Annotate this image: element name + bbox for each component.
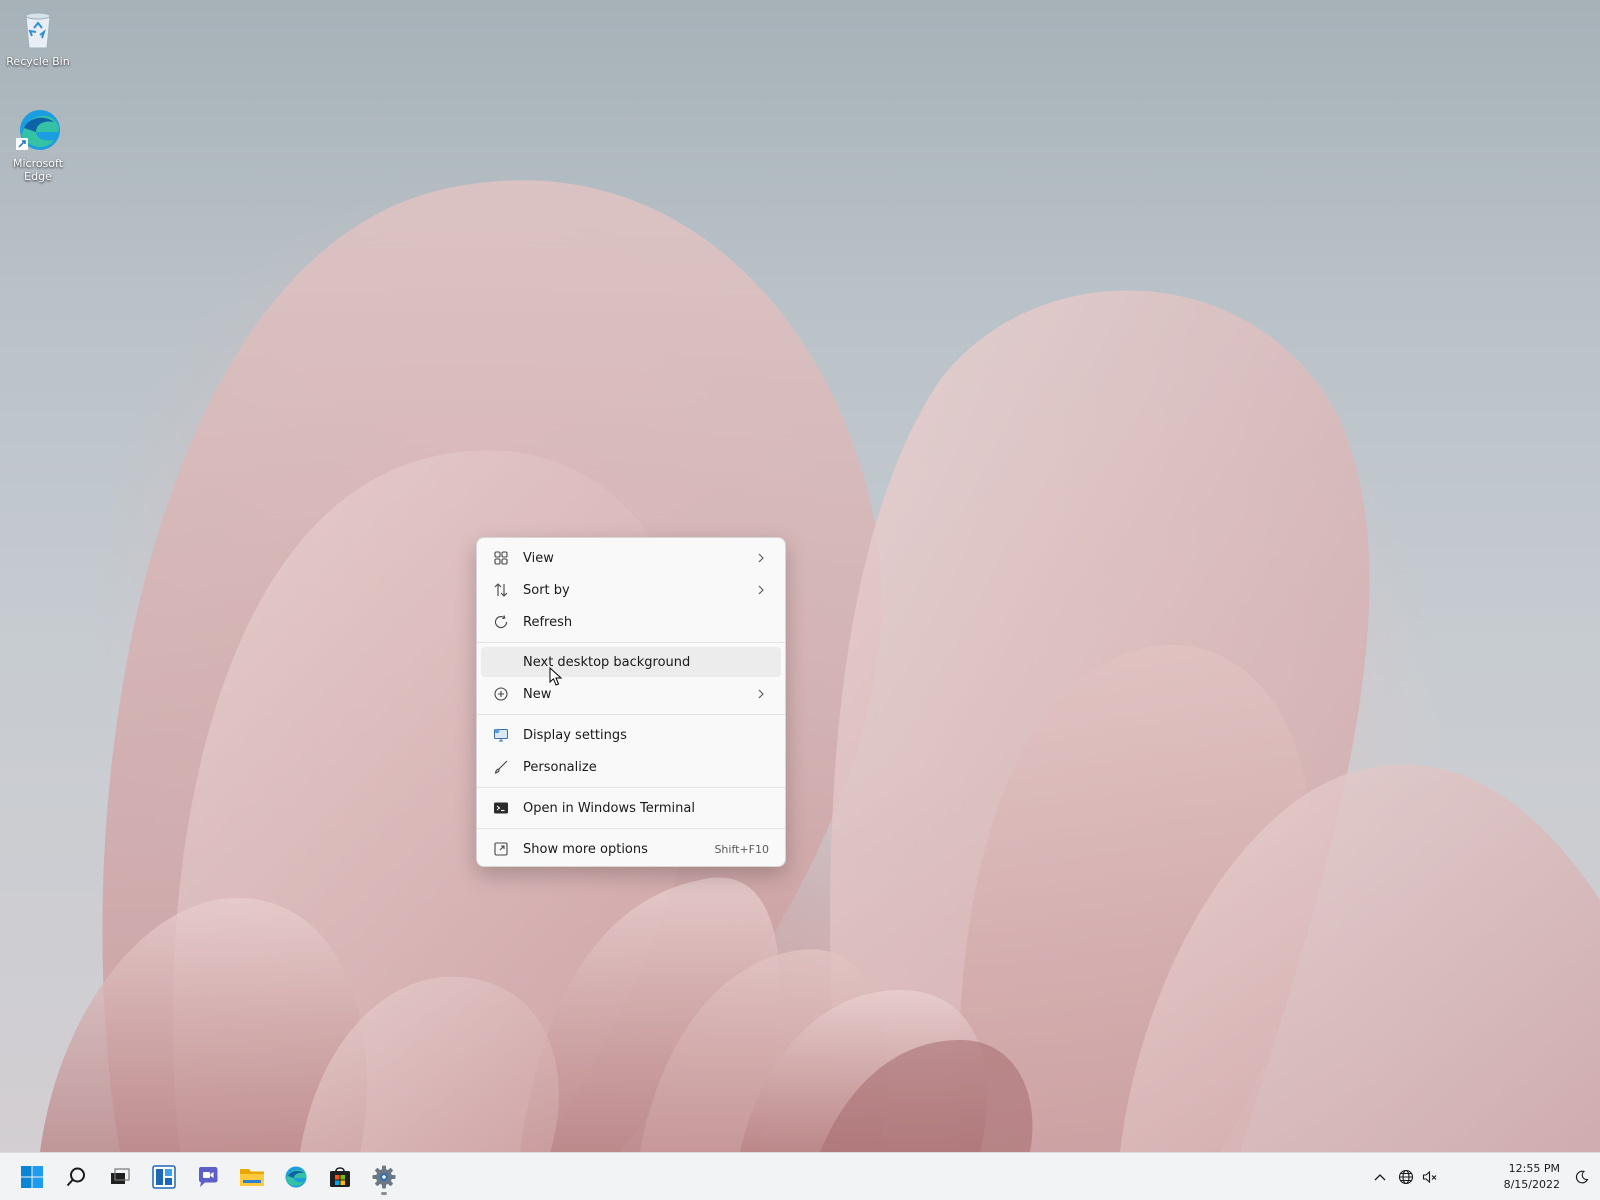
menu-item-label: Personalize bbox=[523, 759, 597, 775]
edge-icon bbox=[285, 1166, 307, 1188]
chevron-right-icon bbox=[757, 585, 767, 595]
desktop-icon-label: Recycle Bin bbox=[6, 55, 70, 68]
menu-item-label: Refresh bbox=[523, 614, 573, 630]
taskbar: 12:55 PM 8/15/2022 bbox=[0, 1152, 1600, 1200]
chevron-right-icon bbox=[757, 553, 767, 563]
network-button[interactable] bbox=[1396, 1167, 1416, 1187]
menu-separator bbox=[477, 787, 785, 788]
menu-item-view[interactable]: View bbox=[481, 543, 781, 573]
desktop-icon-recycle-bin[interactable]: Recycle Bin bbox=[3, 8, 73, 68]
mouse-cursor-icon bbox=[549, 667, 563, 686]
notifications-button[interactable] bbox=[1572, 1167, 1592, 1187]
widgets-button[interactable] bbox=[146, 1159, 182, 1195]
menu-item-label: View bbox=[523, 550, 554, 566]
desktop-context-menu: View Sort by Refresh Next desktop backgr… bbox=[476, 537, 786, 867]
display-icon bbox=[492, 726, 510, 744]
menu-item-sort-by[interactable]: Sort by bbox=[481, 575, 781, 605]
task-view-button[interactable] bbox=[102, 1159, 138, 1195]
plus-circle-icon bbox=[492, 685, 510, 703]
show-hidden-icons-button[interactable] bbox=[1370, 1167, 1390, 1187]
search-icon bbox=[66, 1167, 85, 1187]
running-indicator bbox=[381, 1192, 387, 1195]
desktop[interactable]: Recycle Bin Microsoft Edge View Sort by … bbox=[0, 0, 1600, 1200]
menu-item-show-more-options[interactable]: Show more options Shift+F10 bbox=[481, 834, 781, 864]
chat-icon bbox=[199, 1167, 218, 1187]
search-button[interactable] bbox=[58, 1159, 94, 1195]
settings-icon bbox=[372, 1165, 396, 1189]
moon-icon bbox=[1575, 1170, 1589, 1184]
wallpaper-bloom bbox=[40, 180, 1600, 1152]
recycle-bin-icon bbox=[25, 12, 51, 49]
widgets-icon bbox=[152, 1165, 176, 1189]
system-tray: 12:55 PM 8/15/2022 bbox=[1370, 1153, 1600, 1200]
menu-item-label: New bbox=[523, 686, 552, 702]
refresh-icon bbox=[492, 613, 510, 631]
menu-item-label: Open in Windows Terminal bbox=[523, 800, 695, 816]
store-button[interactable] bbox=[322, 1159, 358, 1195]
more-options-icon bbox=[492, 840, 510, 858]
network-icon bbox=[1398, 1169, 1414, 1185]
chevron-right-icon bbox=[757, 689, 767, 699]
menu-item-label: Sort by bbox=[523, 582, 570, 598]
settings-button[interactable] bbox=[366, 1159, 402, 1195]
edge-taskbar-button[interactable] bbox=[278, 1159, 314, 1195]
brush-icon bbox=[492, 758, 510, 776]
chat-button[interactable] bbox=[190, 1159, 226, 1195]
clock-date: 8/15/2022 bbox=[1503, 1178, 1560, 1191]
menu-separator bbox=[477, 642, 785, 643]
store-icon bbox=[330, 1167, 350, 1187]
file-explorer-button[interactable] bbox=[234, 1159, 270, 1195]
start-button[interactable] bbox=[14, 1159, 50, 1195]
menu-item-label: Display settings bbox=[523, 727, 627, 743]
taskbar-clock[interactable]: 12:55 PM 8/15/2022 bbox=[1486, 1161, 1560, 1193]
grid-view-icon bbox=[492, 549, 510, 567]
sort-icon bbox=[492, 581, 510, 599]
file-explorer-icon bbox=[240, 1169, 264, 1186]
volume-button[interactable] bbox=[1420, 1167, 1440, 1187]
terminal-icon bbox=[492, 799, 510, 817]
desktop-icon-edge[interactable]: Microsoft Edge bbox=[3, 106, 73, 183]
task-view-icon bbox=[111, 1168, 130, 1184]
edge-icon bbox=[16, 110, 60, 150]
menu-item-personalize[interactable]: Personalize bbox=[481, 752, 781, 782]
menu-item-next-desktop-background[interactable]: Next desktop background bbox=[481, 647, 781, 677]
menu-item-display-settings[interactable]: Display settings bbox=[481, 720, 781, 750]
menu-item-refresh[interactable]: Refresh bbox=[481, 607, 781, 637]
menu-separator bbox=[477, 714, 785, 715]
menu-item-label: Show more options bbox=[523, 841, 648, 857]
start-icon bbox=[21, 1166, 43, 1188]
menu-item-open-in-windows-terminal[interactable]: Open in Windows Terminal bbox=[481, 793, 781, 823]
chevron-up-icon bbox=[1374, 1174, 1386, 1181]
menu-item-new[interactable]: New bbox=[481, 679, 781, 709]
volume-mute-icon bbox=[1422, 1170, 1437, 1184]
desktop-icon-label: Microsoft Edge bbox=[12, 157, 64, 183]
menu-separator bbox=[477, 828, 785, 829]
clock-time: 12:55 PM bbox=[1508, 1162, 1560, 1175]
shortcut-hint: Shift+F10 bbox=[714, 842, 769, 856]
